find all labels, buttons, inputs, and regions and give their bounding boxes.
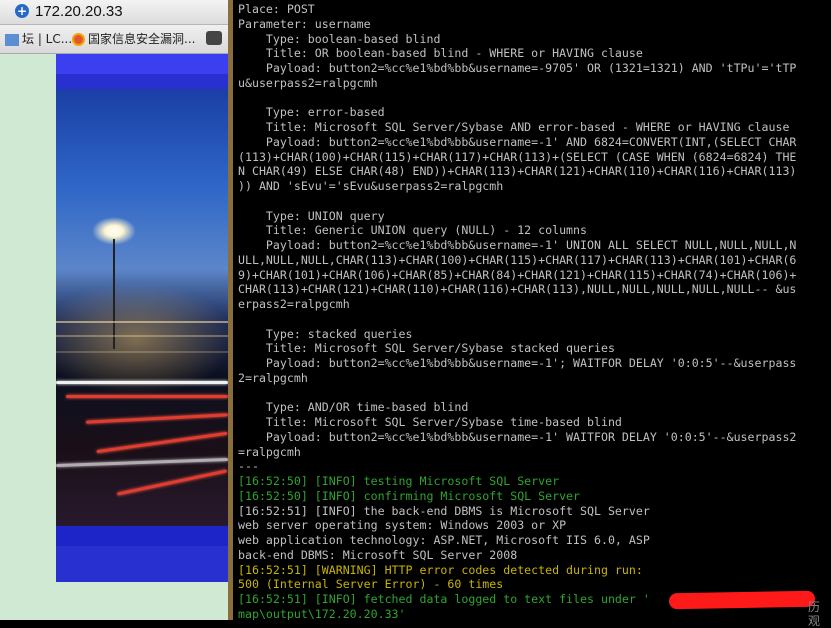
- terminal-line: Place: POST: [238, 2, 315, 16]
- favorite-item-cnvd[interactable]: 国家信息安全漏洞...: [72, 25, 195, 53]
- terminal-line: Parameter: username: [238, 16, 371, 31]
- add-tab-icon[interactable]: +: [15, 4, 29, 18]
- night-highway-photo: [56, 89, 228, 539]
- terminal-line: Title: Microsoft SQL Server/Sybase time-…: [238, 415, 622, 429]
- terminal-line: (113)+CHAR(100)+CHAR(115)+CHAR(117)+CHAR…: [238, 149, 797, 164]
- favorite-label: 坛 | LC...: [22, 32, 73, 46]
- terminal-line: erpass2=ralpgcmh: [238, 297, 350, 311]
- terminal-line: web application technology: ASP.NET, Mic…: [238, 533, 650, 547]
- terminal-line: Payload: button2=%cc%e1%bd%bb&username=-…: [238, 356, 797, 370]
- terminal-line: Type: AND/OR time-based blind: [238, 400, 469, 415]
- terminal-line: web server operating system: Windows 200…: [238, 518, 567, 533]
- light-streak: [56, 381, 228, 384]
- terminal-line: Title: Microsoft SQL Server/Sybase AND e…: [238, 120, 790, 134]
- banner-bottom-stripe: [56, 526, 228, 546]
- lamp-pole: [113, 239, 115, 349]
- terminal-line: N CHAR(49) ELSE CHAR(48) END))+CHAR(113)…: [238, 164, 797, 179]
- terminal-line: Title: OR boolean-based blind - WHERE or…: [238, 46, 643, 61]
- bridge-lights: [56, 321, 228, 323]
- light-streak: [86, 413, 228, 424]
- terminal-line: Type: boolean-based blind: [238, 31, 441, 46]
- light-streak: [56, 457, 228, 468]
- light-streak: [96, 431, 228, 454]
- terminal-line: Title: Generic UNION query (NULL) - 12 c…: [238, 223, 588, 238]
- address-text[interactable]: 172.20.20.33: [35, 3, 123, 21]
- terminal-line: ---: [238, 459, 259, 474]
- address-bar[interactable]: + 172.20.20.33: [0, 0, 228, 25]
- bridge-lights: [56, 351, 228, 353]
- favorite-item-lc[interactable]: 坛 | LC...: [5, 25, 72, 53]
- terminal-line: map\output\172.20.20.33': [238, 606, 406, 620]
- terminal-line: 500 (Internal Server Error) - 60 times: [238, 577, 504, 592]
- terminal-line: [16:52:51] [INFO] the back-end DBMS is M…: [238, 503, 650, 518]
- terminal-line: ULL,NULL,NULL,CHAR(113)+CHAR(100)+CHAR(1…: [238, 252, 797, 267]
- terminal-line: [16:52:51] [WARNING] HTTP error codes de…: [238, 562, 643, 577]
- camera-icon[interactable]: [206, 31, 222, 45]
- terminal-output: Place: POST Parameter: username Type: boo…: [236, 0, 831, 620]
- terminal-line: u&userpass2=ralpgcmh: [238, 75, 378, 90]
- favorite-label: 国家信息安全漏洞...: [88, 32, 196, 46]
- site-logo-icon: [72, 33, 85, 46]
- terminal-line: [16:52:50] [INFO] confirming Microsoft S…: [238, 488, 581, 503]
- corner-label: 历观: [808, 600, 821, 628]
- terminal-line: [16:52:50] [INFO] testing Microsoft SQL …: [238, 474, 560, 488]
- terminal-line: CHAR(113)+CHAR(121)+CHAR(110)+CHAR(116)+…: [238, 282, 797, 297]
- terminal-line: Payload: button2=%cc%e1%bd%bb&username=-…: [238, 134, 797, 149]
- redaction-mark: [668, 590, 816, 610]
- terminal-line: 9)+CHAR(101)+CHAR(106)+CHAR(85)+CHAR(84)…: [238, 267, 797, 282]
- terminal-line: 2=ralpgcmh: [238, 370, 308, 385]
- terminal-line: Type: error-based: [238, 105, 385, 120]
- terminal-line: Payload: button2=%cc%e1%bd%bb&username=-…: [238, 429, 797, 444]
- terminal-line: =ralpgcmh: [238, 444, 301, 459]
- light-streak: [116, 469, 228, 496]
- bridge-lights: [56, 335, 228, 337]
- favorites-bar: 坛 | LC... 国家信息安全漏洞...: [0, 25, 228, 54]
- terminal-window[interactable]: Place: POST Parameter: username Type: boo…: [236, 0, 831, 620]
- terminal-line: Type: stacked queries: [238, 326, 413, 341]
- browser-window: + 172.20.20.33 坛 | LC... 国家信息安全漏洞...: [0, 0, 228, 620]
- terminal-line: Payload: button2=%cc%e1%bd%bb&username=-…: [238, 61, 797, 75]
- page-content: [0, 54, 228, 620]
- terminal-line: )) AND 'sEvu'='sEvu&userpass2=ralpgcmh: [238, 179, 504, 193]
- light-streak: [66, 395, 228, 398]
- page-icon: [5, 33, 19, 46]
- terminal-line: back-end DBMS: Microsoft SQL Server 2008: [238, 547, 518, 562]
- terminal-line: Title: Microsoft SQL Server/Sybase stack…: [238, 341, 615, 356]
- terminal-line: Payload: button2=%cc%e1%bd%bb&username=-…: [238, 238, 797, 252]
- banner-top-stripe: [56, 54, 228, 74]
- banner-image: [56, 54, 228, 582]
- terminal-line: Type: UNION query: [238, 208, 385, 223]
